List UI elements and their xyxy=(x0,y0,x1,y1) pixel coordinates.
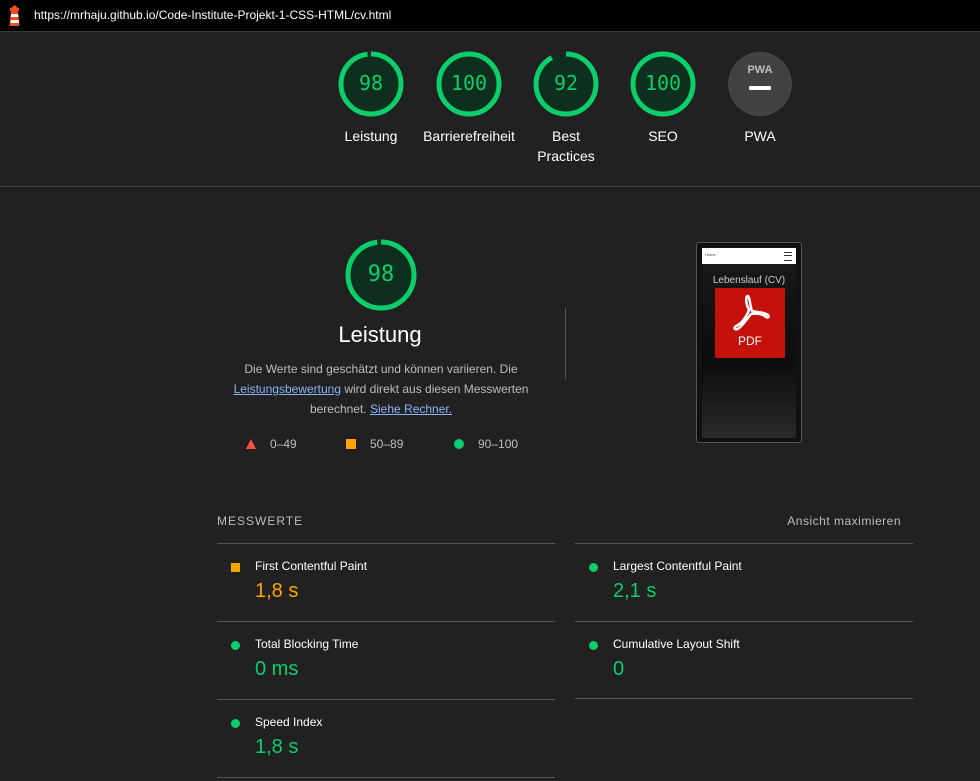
metric-speed-index: Speed Index 1,8 s xyxy=(217,700,555,777)
gauge-label: Leistung xyxy=(344,128,398,144)
metric-value: 1,8 s xyxy=(255,580,299,602)
pwa-badge-text: PWA xyxy=(747,64,773,76)
metric-lcp: Largest Contentful Paint 2,1 s xyxy=(575,544,913,621)
address-bar: https://mrhaju.github.io/Code-Institute-… xyxy=(0,0,980,32)
square-icon xyxy=(231,563,240,572)
screenshot-navbar: Home xyxy=(702,248,796,264)
pwa-badge-icon xyxy=(728,52,792,116)
performance-title: Leistung xyxy=(338,322,422,347)
gauge-leistung[interactable]: 98 xyxy=(338,51,404,117)
expand-view-toggle[interactable]: Ansicht maximieren xyxy=(787,514,901,528)
metric-title: Cumulative Layout Shift xyxy=(613,637,740,651)
url-text[interactable]: https://mrhaju.github.io/Code-Institute-… xyxy=(34,8,391,22)
scoring-link[interactable]: Leistungsbewertung xyxy=(234,382,341,396)
pdf-label: PDF xyxy=(738,334,762,348)
legend-fail: 0–49 xyxy=(246,437,297,451)
circle-icon xyxy=(589,563,598,572)
vertical-separator xyxy=(565,307,566,379)
calculator-link[interactable]: Siehe Rechner. xyxy=(370,402,452,416)
legend-range: 90–100 xyxy=(478,437,519,451)
gauge-seo[interactable]: 100 xyxy=(630,51,696,117)
screenshot-nav-text: Home xyxy=(705,252,716,257)
circle-icon xyxy=(231,719,240,728)
gauge-label: PWA xyxy=(744,128,776,144)
gauge-best-practices[interactable]: 92 xyxy=(533,51,599,117)
metrics-heading: MESSWERTE xyxy=(217,514,304,528)
legend-range: 50–89 xyxy=(370,437,404,451)
legend-pass: 90–100 xyxy=(454,437,518,451)
desc-text-1: Die Werte sind geschätzt und können vari… xyxy=(244,362,518,376)
metric-title: Speed Index xyxy=(255,715,323,729)
metric-tbt: Total Blocking Time 0 ms xyxy=(217,622,555,699)
pdf-icon: PDF xyxy=(715,288,785,358)
legend-average: 50–89 xyxy=(346,437,403,451)
screenshot-content: Home Lebenslauf (CV) PDF xyxy=(702,248,796,438)
gauge-pwa[interactable]: PWA xyxy=(727,51,793,117)
square-icon xyxy=(346,439,356,449)
metric-divider xyxy=(217,777,555,778)
gauge-score: 100 xyxy=(450,71,488,95)
metric-value: 2,1 s xyxy=(613,580,657,602)
metric-value: 0 xyxy=(613,658,625,680)
gauge-label: Best Practices xyxy=(537,128,595,164)
metric-divider xyxy=(575,698,913,699)
circle-icon xyxy=(231,641,240,650)
metric-title: Total Blocking Time xyxy=(255,637,359,651)
performance-score: 98 xyxy=(367,262,395,287)
gauge-score: 98 xyxy=(358,71,384,95)
lighthouse-icon xyxy=(9,5,20,26)
performance-gauge: 98 xyxy=(344,238,418,312)
triangle-icon xyxy=(246,439,256,449)
performance-description: Die Werte sind geschätzt und können vari… xyxy=(226,359,536,419)
gauge-score: 92 xyxy=(553,71,579,95)
gauge-label: SEO xyxy=(648,128,678,144)
acrobat-icon xyxy=(733,294,770,331)
metric-title: Largest Contentful Paint xyxy=(613,559,742,573)
legend-range: 0–49 xyxy=(270,437,297,451)
gauge-label: Barrierefreiheit xyxy=(423,128,515,144)
gauge-barrierefreiheit[interactable]: 100 xyxy=(436,51,502,117)
circle-icon xyxy=(454,439,464,449)
screenshot-title: Lebenslauf (CV) xyxy=(712,275,786,286)
metric-value: 1,8 s xyxy=(255,736,299,758)
metric-cls: Cumulative Layout Shift 0 xyxy=(575,622,913,699)
hamburger-icon xyxy=(784,252,792,261)
gauge-score: 100 xyxy=(644,71,682,95)
section-divider xyxy=(0,186,980,187)
page-screenshot: Home Lebenslauf (CV) PDF xyxy=(696,242,802,443)
circle-icon xyxy=(589,641,598,650)
metric-title: First Contentful Paint xyxy=(255,559,368,573)
metric-value: 0 ms xyxy=(255,658,299,680)
metric-fcp: First Contentful Paint 1,8 s xyxy=(217,544,555,621)
